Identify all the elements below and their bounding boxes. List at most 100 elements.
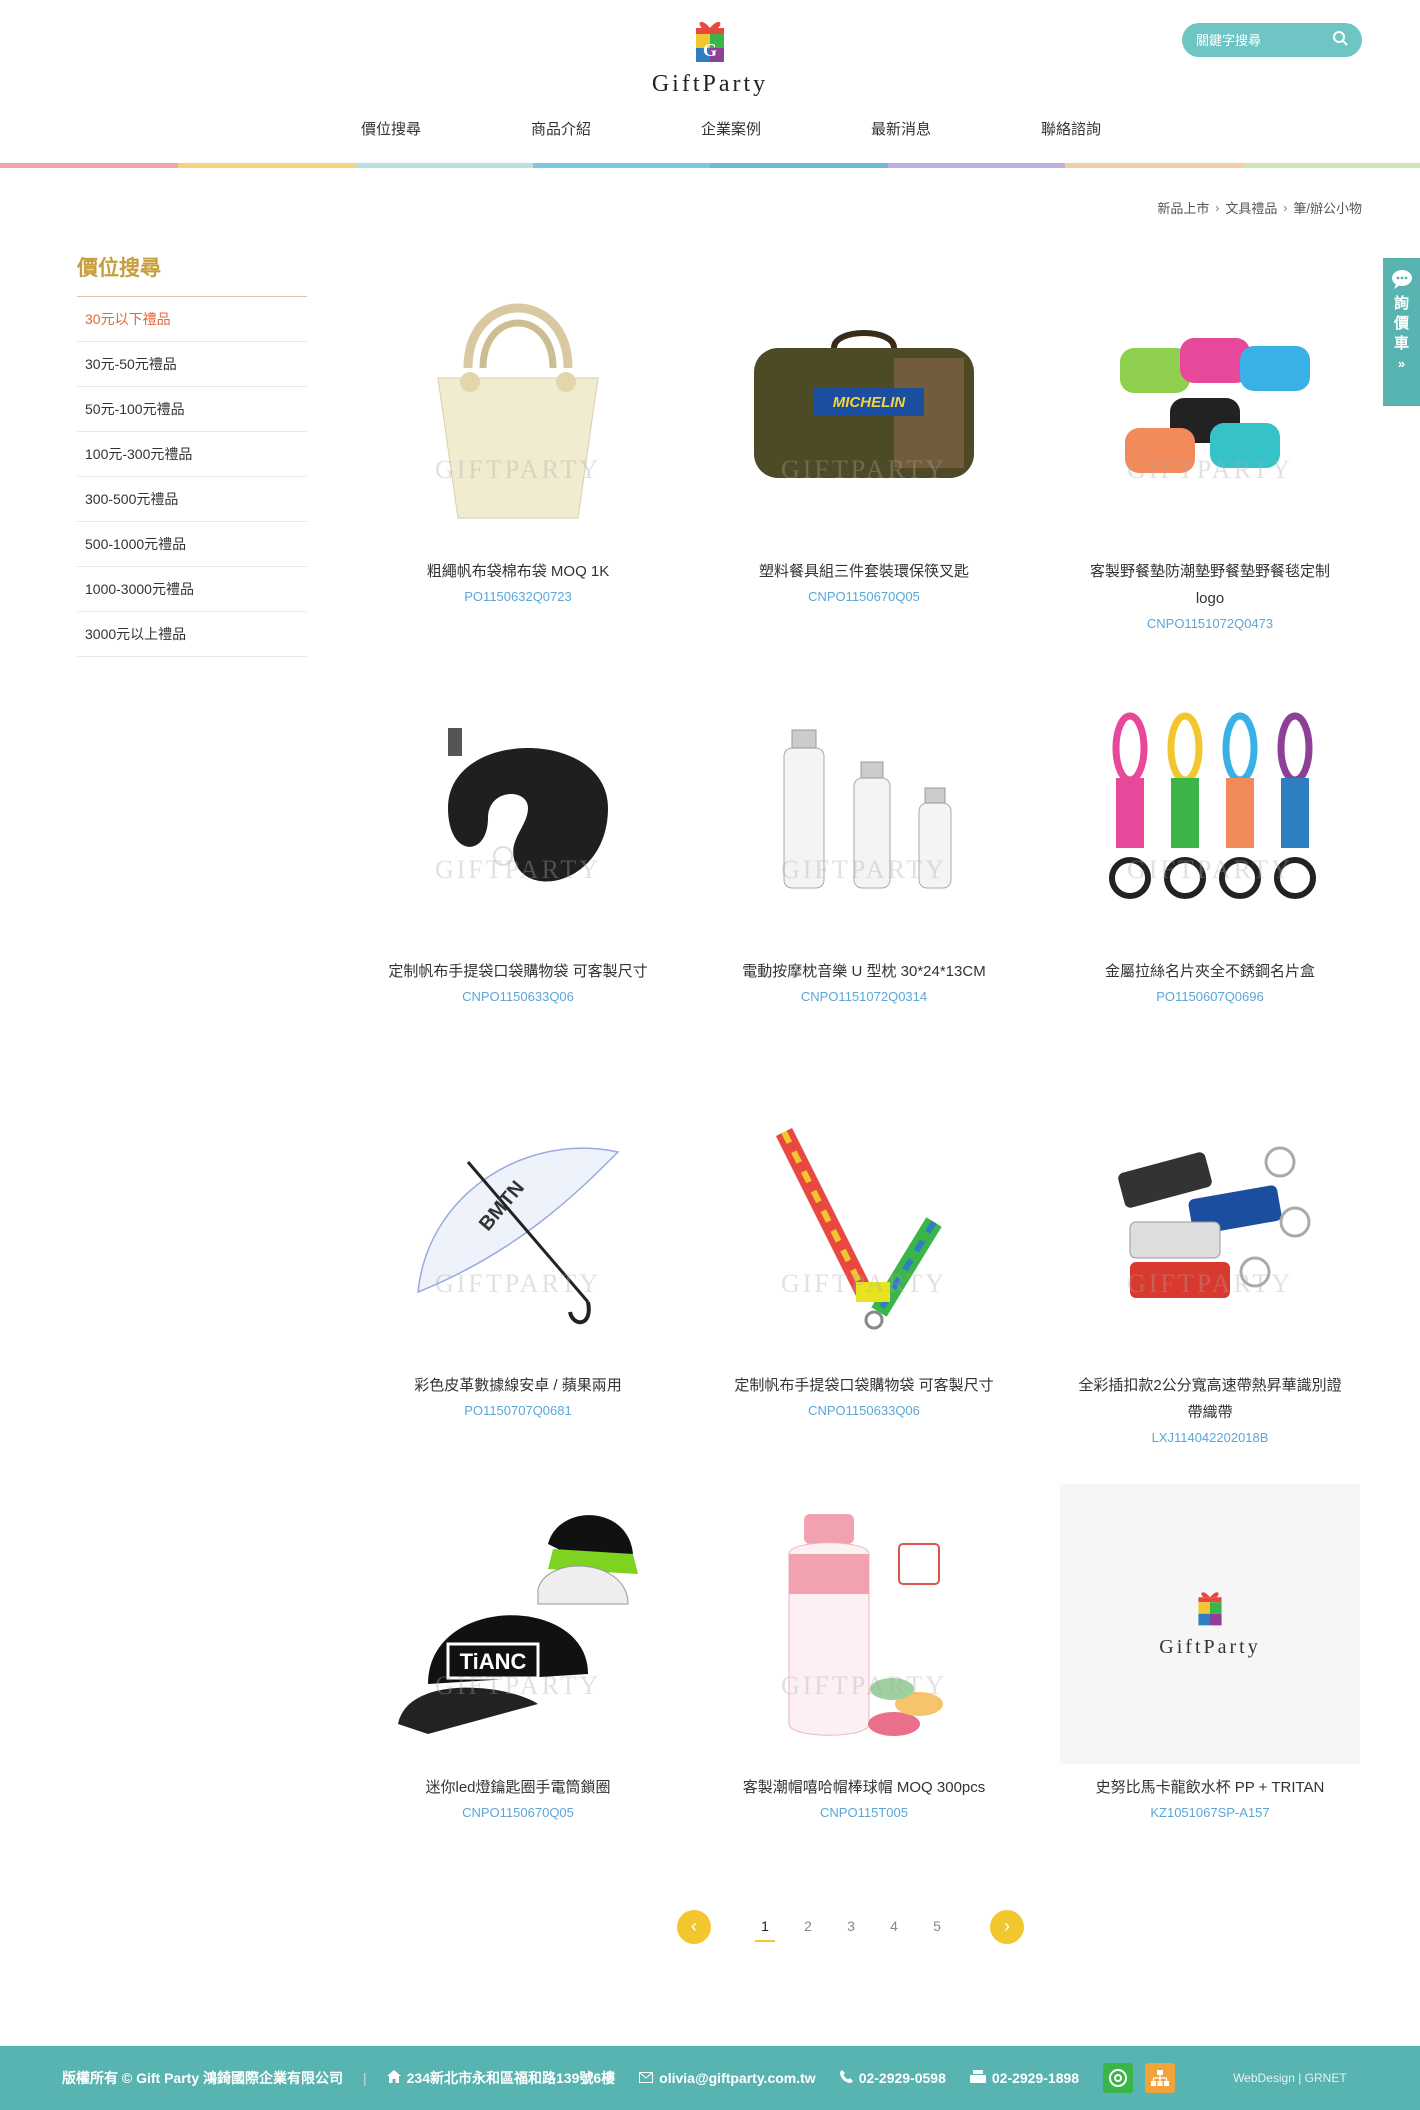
nav-price-search[interactable]: 價位搜尋 bbox=[331, 118, 451, 139]
product-image[interactable]: GIFTPARTY bbox=[1060, 1082, 1360, 1362]
footer-email[interactable]: olivia@giftparty.com.tw bbox=[639, 2070, 816, 2086]
footer-fax: 02-2929-1898 bbox=[969, 2070, 1079, 2086]
product-card[interactable]: GIFTPARTY 電動按摩枕音樂 U 型枕 30*24*13CM CNPO11… bbox=[714, 668, 1014, 1004]
breadcrumb: 新品上市 › 文具禮品 › 筆/辦公小物 bbox=[1157, 198, 1362, 217]
page-5[interactable]: 5 bbox=[927, 1918, 947, 1934]
inquiry-cart-tab[interactable]: 詢 價 車 » bbox=[1383, 258, 1420, 406]
product-image[interactable]: GIFTPARTY bbox=[714, 1484, 1014, 1764]
product-name[interactable]: 全彩插扣款2公分寬高速帶熱昇華識別證帶織帶 bbox=[1060, 1372, 1360, 1426]
product-name[interactable]: 粗繩帆布袋棉布袋 MOQ 1K bbox=[368, 558, 668, 585]
product-image[interactable]: GIFTPARTY bbox=[368, 668, 668, 948]
product-code: CNPO115T005 bbox=[820, 1805, 908, 1820]
product-name[interactable]: 客製野餐墊防潮墊野餐墊野餐毯定制logo bbox=[1060, 558, 1360, 612]
nav-cases[interactable]: 企業案例 bbox=[671, 118, 791, 139]
address-text: 234新北市永和區福和路139號6樓 bbox=[406, 2070, 616, 2086]
sitemap-icon[interactable] bbox=[1145, 2063, 1176, 2093]
product-card[interactable]: TiANC GIFTPARTY 迷你led燈鑰匙圈手電筒鎖圈 CNPO11506… bbox=[368, 1484, 668, 1820]
search-box[interactable] bbox=[1182, 23, 1362, 57]
product-name[interactable]: 彩色皮革數據線安卓 / 蘋果兩用 bbox=[368, 1372, 668, 1399]
watermark: GIFTPARTY bbox=[1126, 454, 1294, 484]
site-footer: 版權所有 © Gift Party 鴻錡國際企業有限公司 | 234新北市永和區… bbox=[0, 2046, 1420, 2110]
line-icon[interactable] bbox=[1103, 2063, 1134, 2093]
product-name[interactable]: 電動按摩枕音樂 U 型枕 30*24*13CM bbox=[714, 958, 1014, 985]
product-image[interactable]: GIFTPARTY bbox=[1060, 268, 1360, 548]
product-card[interactable]: MICHELIN GIFTPARTY 塑料餐具組三件套裝環保筷叉匙 CNPO11… bbox=[714, 268, 1014, 604]
product-name[interactable]: 金屬拉絲名片夾全不銹鋼名片盒 bbox=[1060, 958, 1360, 985]
product-name[interactable]: 定制帆布手提袋口袋購物袋 可客製尺寸 bbox=[368, 958, 668, 985]
sidebar-item-50-100[interactable]: 50元-100元禮品 bbox=[77, 387, 307, 432]
sidebar-item-100-300[interactable]: 100元-300元禮品 bbox=[77, 432, 307, 477]
product-code: CNPO1150670Q05 bbox=[462, 1805, 574, 1820]
product-name[interactable]: 客製潮帽嘻哈帽棒球帽 MOQ 300pcs bbox=[714, 1774, 1014, 1801]
watermark: GIFTPARTY bbox=[780, 854, 948, 884]
product-name[interactable]: 塑料餐具組三件套裝環保筷叉匙 bbox=[714, 558, 1014, 585]
product-card[interactable]: BMTN GIFTPARTY 彩色皮革數據線安卓 / 蘋果兩用 PO115070… bbox=[368, 1082, 668, 1418]
product-card[interactable]: GIFTPARTY 定制帆布手提袋口袋購物袋 可客製尺寸 CNPO1150633… bbox=[714, 1082, 1014, 1418]
watermark: GIFTPARTY bbox=[434, 1268, 602, 1298]
page-4[interactable]: 4 bbox=[884, 1918, 904, 1934]
search-input[interactable] bbox=[1196, 32, 1326, 48]
product-card[interactable]: GIFTPARTY 金屬拉絲名片夾全不銹鋼名片盒 PO1150607Q0696 bbox=[1060, 668, 1360, 1004]
double-chevron-icon: » bbox=[1397, 356, 1406, 371]
sidebar-title: 價位搜尋 bbox=[77, 252, 307, 297]
watermark: GIFTPARTY bbox=[1126, 1268, 1294, 1298]
product-code: CNPO1151072Q0473 bbox=[1146, 616, 1274, 631]
product-code: PO1150707Q0681 bbox=[464, 1403, 572, 1418]
product-image[interactable]: GIFTPARTY bbox=[714, 1082, 1014, 1362]
product-image[interactable]: MICHELIN GIFTPARTY bbox=[714, 268, 1014, 548]
chat-icon bbox=[1390, 270, 1414, 294]
lanyard-image bbox=[775, 1127, 942, 1330]
nav-contact[interactable]: 聯絡諮詢 bbox=[1011, 118, 1131, 139]
chevron-right-icon: › bbox=[1283, 200, 1288, 215]
product-image[interactable]: TiANC GIFTPARTY bbox=[368, 1484, 668, 1764]
footer-credits[interactable]: WebDesign | GRNET bbox=[1233, 2071, 1347, 2085]
breadcrumb-item[interactable]: 文具禮品 bbox=[1225, 198, 1277, 217]
page-3[interactable]: 3 bbox=[841, 1918, 861, 1934]
product-card[interactable]: GIFTPARTY 定制帆布手提袋口袋購物袋 可客製尺寸 CNPO1150633… bbox=[368, 668, 668, 1004]
search-icon[interactable] bbox=[1332, 30, 1348, 51]
product-card[interactable]: GIFTPARTY 全彩插扣款2公分寬高速帶熱昇華識別證帶織帶 LXJ11404… bbox=[1060, 1082, 1360, 1445]
sidebar-item-30-50[interactable]: 30元-50元禮品 bbox=[77, 342, 307, 387]
next-page-button[interactable]: › bbox=[990, 1910, 1024, 1944]
breadcrumb-item[interactable]: 新品上市 bbox=[1157, 198, 1209, 217]
sidebar-item-over-3000[interactable]: 3000元以上禮品 bbox=[77, 612, 307, 657]
product-image[interactable]: GIFTPARTY bbox=[368, 268, 668, 548]
product-card[interactable]: GIFTPARTY 客製潮帽嘻哈帽棒球帽 MOQ 300pcs CNPO115T… bbox=[714, 1484, 1014, 1820]
product-code: CNPO1151072Q0314 bbox=[800, 989, 928, 1004]
product-card[interactable]: GIFTPARTY 粗繩帆布袋棉布袋 MOQ 1K PO1150632Q0723 bbox=[368, 268, 668, 604]
product-code: PO1150632Q0723 bbox=[464, 589, 572, 604]
sidebar-item-300-500[interactable]: 300-500元禮品 bbox=[77, 477, 307, 522]
page-1[interactable]: 1 bbox=[755, 1918, 775, 1942]
product-name[interactable]: 定制帆布手提袋口袋購物袋 可客製尺寸 bbox=[714, 1372, 1014, 1399]
cap-image: TiANC bbox=[398, 1515, 638, 1734]
product-code: KZ1051067SP-A157 bbox=[1150, 1805, 1270, 1820]
chevron-right-icon: › bbox=[1215, 200, 1220, 215]
page-2[interactable]: 2 bbox=[798, 1918, 818, 1934]
side-tab-char: 價 bbox=[1393, 315, 1409, 332]
watermark: GIFTPARTY bbox=[434, 854, 602, 884]
phone-text: 02-2929-0598 bbox=[858, 2070, 946, 2086]
product-image[interactable]: BMTN GIFTPARTY bbox=[368, 1082, 668, 1362]
snoopy-cup-image bbox=[788, 1514, 943, 1736]
product-image-placeholder[interactable]: GiftParty bbox=[1060, 1484, 1360, 1764]
svg-text:MICHELIN: MICHELIN bbox=[833, 394, 907, 411]
side-tab-char: 詢 bbox=[1393, 295, 1409, 312]
price-sidebar: 價位搜尋 30元以下禮品 30元-50元禮品 50元-100元禮品 100元-3… bbox=[77, 252, 307, 657]
product-card[interactable]: GIFTPARTY 客製野餐墊防潮墊野餐墊野餐毯定制logo CNPO11510… bbox=[1060, 268, 1360, 631]
email-text[interactable]: olivia@giftparty.com.tw bbox=[659, 2070, 816, 2086]
sidebar-item-500-1000[interactable]: 500-1000元禮品 bbox=[77, 522, 307, 567]
nav-news[interactable]: 最新消息 bbox=[841, 118, 961, 139]
mail-icon bbox=[639, 2070, 654, 2086]
sidebar-item-1000-3000[interactable]: 1000-3000元禮品 bbox=[77, 567, 307, 612]
nav-products[interactable]: 商品介紹 bbox=[501, 118, 621, 139]
product-name[interactable]: 史努比馬卡龍飲水杯 PP + TRITAN bbox=[1060, 1774, 1360, 1801]
breadcrumb-item[interactable]: 筆/辦公小物 bbox=[1293, 198, 1362, 217]
product-card[interactable]: GiftParty 史努比馬卡龍飲水杯 PP + TRITAN KZ105106… bbox=[1060, 1484, 1360, 1820]
product-image[interactable]: GIFTPARTY bbox=[1060, 668, 1360, 948]
product-code: LXJ114042202018B bbox=[1151, 1430, 1269, 1445]
product-name[interactable]: 迷你led燈鑰匙圈手電筒鎖圈 bbox=[368, 1774, 668, 1801]
product-image[interactable]: GIFTPARTY bbox=[714, 668, 1014, 948]
sidebar-item-under-30[interactable]: 30元以下禮品 bbox=[77, 297, 307, 342]
gift-box-icon: G bbox=[692, 18, 728, 64]
prev-page-button[interactable]: ‹ bbox=[677, 1910, 711, 1944]
